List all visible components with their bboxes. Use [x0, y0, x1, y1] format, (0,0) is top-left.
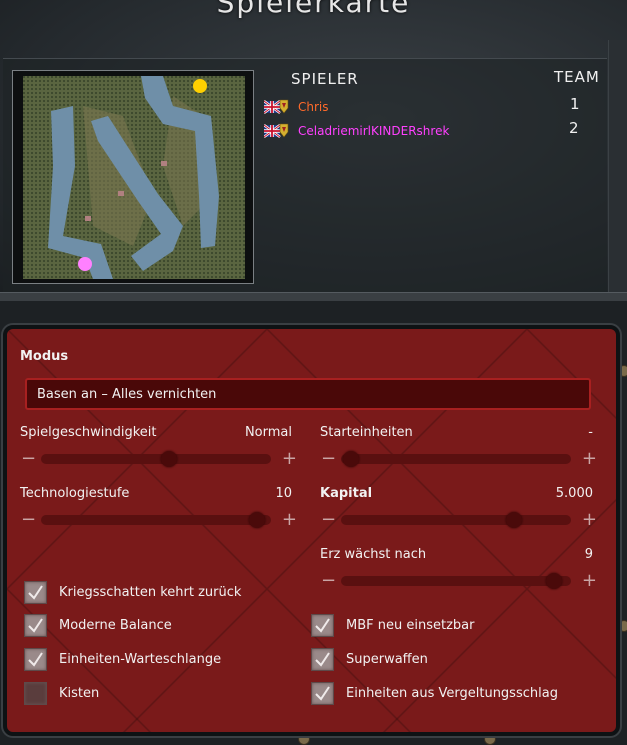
- minimap-frame: [12, 70, 254, 284]
- ore-regrowth-label: Erz wächst nach: [320, 547, 427, 562]
- checkbox[interactable]: [311, 648, 334, 671]
- uk-flag-icon: [263, 123, 290, 139]
- panel-side-rail: [608, 40, 627, 300]
- checkbox[interactable]: [311, 682, 334, 705]
- panel-divider: [0, 292, 627, 301]
- team-header: TEAM: [554, 68, 600, 86]
- checkbox[interactable]: [24, 614, 47, 637]
- decrease-button[interactable]: −: [21, 509, 36, 531]
- checkbox[interactable]: [24, 648, 47, 671]
- ore-regrowth-slider[interactable]: − +: [321, 570, 597, 592]
- team-number[interactable]: 1: [570, 95, 580, 113]
- start-units-label: Starteinheiten: [320, 425, 413, 440]
- page-title: Spielerkarte: [216, 0, 411, 19]
- slider-track[interactable]: [341, 512, 571, 528]
- player-map-panel: Spielerkarte SPIELER TEAM Chris 1 Celadr…: [0, 0, 627, 301]
- slider-knob[interactable]: [343, 451, 359, 467]
- slider-track[interactable]: [341, 573, 571, 589]
- slider-knob[interactable]: [546, 573, 562, 589]
- increase-button[interactable]: +: [282, 448, 297, 470]
- start-units-value: -: [588, 425, 593, 440]
- credits-value: 5.000: [555, 486, 593, 501]
- increase-button[interactable]: +: [582, 570, 597, 592]
- speed-slider[interactable]: − +: [21, 448, 297, 470]
- player-name: Chris: [298, 100, 329, 114]
- checkbox-label: Einheiten-Warteschlange: [59, 652, 222, 667]
- checkmark-icon: [315, 652, 330, 667]
- tech-level-value: 10: [275, 486, 292, 501]
- speed-label: Spielgeschwindigkeit: [20, 425, 157, 440]
- decrease-button[interactable]: −: [321, 448, 336, 470]
- start-position-2[interactable]: [78, 257, 92, 271]
- start-units-slider[interactable]: − +: [321, 448, 597, 470]
- checkmark-icon: [28, 652, 43, 667]
- checkbox-modern-balance[interactable]: Moderne Balance: [24, 614, 172, 637]
- checkbox-mcv-redeployable[interactable]: MBF neu einsetzbar: [311, 614, 474, 637]
- mode-value: Basen an – Alles vernichten: [37, 387, 217, 402]
- player-row[interactable]: CeladriemirlKINDERshrek: [263, 122, 450, 140]
- checkbox-shroud-regrows[interactable]: Kriegsschatten kehrt zurück: [24, 581, 241, 604]
- checkbox-superweapons[interactable]: Superwaffen: [311, 648, 428, 671]
- increase-button[interactable]: +: [582, 448, 597, 470]
- checkmark-icon: [315, 618, 330, 633]
- player-name: CeladriemirlKINDERshrek: [298, 124, 450, 138]
- checkbox-crates[interactable]: Kisten: [24, 682, 99, 705]
- mode-label: Modus: [20, 349, 69, 364]
- checkmark-icon: [28, 585, 43, 600]
- checkmark-icon: [315, 686, 330, 701]
- minimap[interactable]: [23, 76, 245, 279]
- tech-level-label: Technologiestufe: [20, 486, 130, 501]
- slider-knob[interactable]: [249, 512, 265, 528]
- minimap-terrain: [23, 76, 245, 279]
- player-row[interactable]: Chris: [263, 98, 329, 116]
- increase-button[interactable]: +: [582, 509, 597, 531]
- checkbox-label: Kriegsschatten kehrt zurück: [59, 585, 242, 600]
- slider-track[interactable]: [41, 512, 271, 528]
- increase-button[interactable]: +: [282, 509, 297, 531]
- checkbox-label: Moderne Balance: [59, 618, 172, 633]
- slider-track[interactable]: [341, 451, 571, 467]
- checkbox-label: MBF neu einsetzbar: [346, 618, 475, 633]
- mode-dropdown[interactable]: Basen an – Alles vernichten: [25, 378, 591, 410]
- checkbox-label: Kisten: [59, 686, 100, 701]
- checkbox-label: Superwaffen: [346, 652, 428, 667]
- team-number[interactable]: 2: [569, 119, 579, 137]
- decrease-button[interactable]: −: [321, 509, 336, 531]
- speed-value: Normal: [244, 425, 292, 440]
- checkbox-retaliation-units[interactable]: Einheiten aus Vergeltungsschlag: [311, 682, 558, 705]
- slider-track[interactable]: [41, 451, 271, 467]
- checkbox-unit-queue[interactable]: Einheiten-Warteschlange: [24, 648, 221, 671]
- checkbox-label: Einheiten aus Vergeltungsschlag: [346, 686, 558, 701]
- decrease-button[interactable]: −: [21, 448, 36, 470]
- checkbox[interactable]: [311, 614, 334, 637]
- uk-flag-icon: [263, 99, 290, 115]
- checkmark-icon: [28, 618, 43, 633]
- decrease-button[interactable]: −: [321, 570, 336, 592]
- start-position-1[interactable]: [193, 79, 207, 93]
- checkbox[interactable]: [24, 682, 47, 705]
- game-settings-panel: Modus Basen an – Alles vernichten Spielg…: [3, 325, 620, 736]
- credits-slider[interactable]: − +: [321, 509, 597, 531]
- ore-regrowth-value: 9: [584, 547, 593, 562]
- slider-knob[interactable]: [161, 451, 177, 467]
- slider-knob[interactable]: [506, 512, 522, 528]
- checkbox[interactable]: [24, 581, 47, 604]
- credits-label: Kapital: [320, 486, 373, 501]
- tech-level-slider[interactable]: − +: [21, 509, 297, 531]
- players-header: SPIELER: [291, 70, 359, 88]
